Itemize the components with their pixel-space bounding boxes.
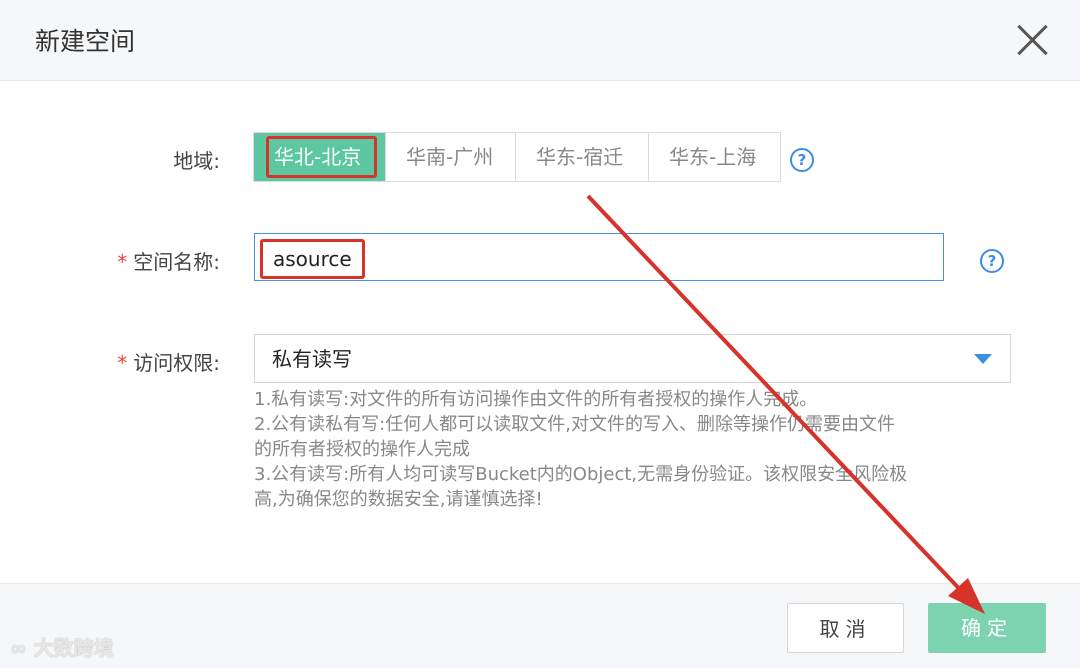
access-desc-line: 2.公有读私有写:任何人都可以读取文件,对文件的写入、删除等操作仍需要由文件 bbox=[254, 414, 895, 435]
region-option-beijing[interactable]: 华北-北京 bbox=[254, 133, 386, 181]
space-name-value: asource bbox=[260, 239, 365, 279]
access-description: 1.私有读写:对文件的所有访问操作由文件的所有者授权的操作人完成。 2.公有读私… bbox=[254, 387, 1014, 512]
dialog-footer bbox=[0, 583, 1080, 668]
dialog-title: 新建空间 bbox=[35, 27, 136, 56]
region-label: 地域: bbox=[173, 149, 220, 173]
space-name-input[interactable]: asource bbox=[254, 233, 944, 281]
region-selector: 华北-北京 华南-广州 华东-宿迁 华东-上海 bbox=[253, 132, 781, 182]
question-circle-icon[interactable]: ? bbox=[980, 249, 1004, 273]
access-desc-line: 3.公有读写:所有人均可读写Bucket内的Object,无需身份验证。该权限安… bbox=[254, 464, 908, 485]
region-option-guangzhou[interactable]: 华南-广州 bbox=[386, 133, 516, 181]
required-mark: * bbox=[117, 250, 128, 274]
region-option-shanghai[interactable]: 华东-上海 bbox=[649, 133, 780, 181]
space-name-label-text: 空间名称: bbox=[133, 250, 220, 274]
access-desc-line: 高,为确保您的数据安全,请谨慎选择! bbox=[254, 489, 543, 510]
space-name-label: * 空间名称: bbox=[100, 246, 220, 275]
ok-button[interactable]: 确定 bbox=[928, 603, 1046, 653]
access-desc-line: 的所有者授权的操作人完成 bbox=[254, 439, 470, 460]
access-select[interactable]: 私有读写 bbox=[254, 334, 1011, 383]
dialog-header: 新建空间 bbox=[0, 0, 1080, 81]
required-mark: * bbox=[117, 351, 128, 375]
access-label: * 访问权限: bbox=[100, 347, 220, 376]
cancel-button[interactable]: 取消 bbox=[787, 603, 904, 653]
new-space-dialog: 新建空间 地域: 华北-北京 华南-广州 华东-宿迁 华东-上海 ? * 空间名称… bbox=[0, 0, 1080, 668]
watermark-logo-icon: ∞ bbox=[10, 636, 27, 660]
watermark: ∞ 大数跨境 bbox=[10, 632, 114, 661]
question-circle-icon[interactable]: ? bbox=[790, 148, 814, 172]
chevron-down-icon bbox=[974, 354, 992, 364]
watermark-text: 大数跨境 bbox=[33, 636, 114, 660]
access-label-text: 访问权限: bbox=[133, 351, 220, 375]
access-desc-line: 1.私有读写:对文件的所有访问操作由文件的所有者授权的操作人完成。 bbox=[254, 389, 818, 410]
access-select-value: 私有读写 bbox=[272, 347, 352, 371]
close-icon[interactable] bbox=[1012, 20, 1052, 60]
region-option-suqian[interactable]: 华东-宿迁 bbox=[516, 133, 649, 181]
